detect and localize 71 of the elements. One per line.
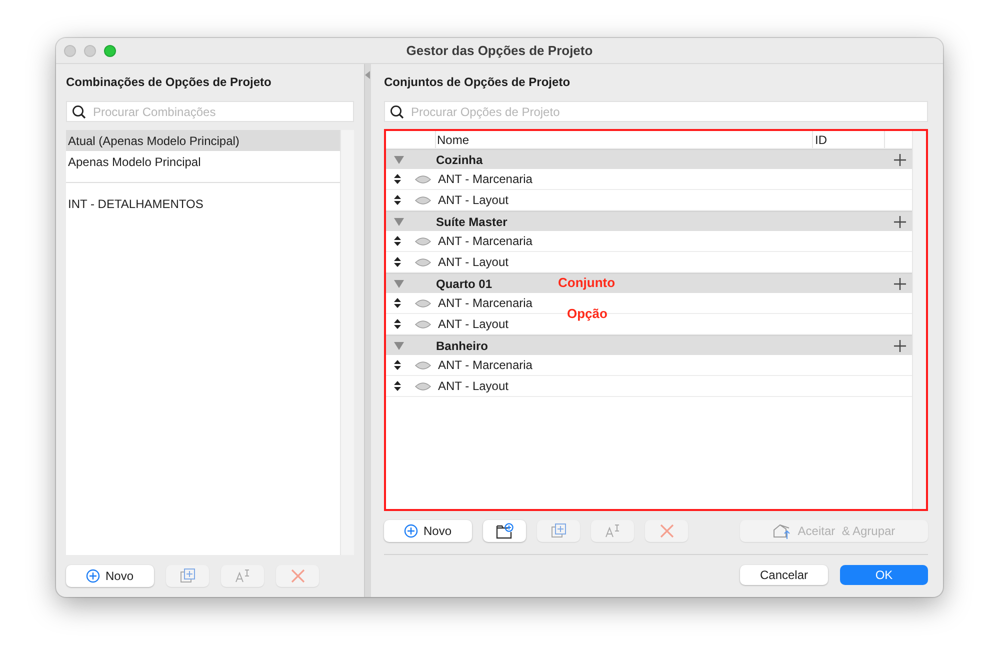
panel-title: Combinações de Opções de Projeto [66, 75, 272, 91]
eye-icon [415, 320, 431, 328]
option-name: ANT - Marcenaria [438, 296, 532, 310]
reorder-arrows-icon[interactable] [394, 381, 401, 391]
set-row[interactable]: Banheiro [386, 335, 912, 355]
disclosure-triangle-icon[interactable] [394, 280, 404, 288]
reorder-arrows-icon[interactable] [394, 360, 401, 370]
list-item[interactable]: INT - DETALHAMENTOS [66, 193, 340, 214]
plus-icon[interactable] [894, 216, 906, 228]
option-name: ANT - Marcenaria [438, 358, 532, 372]
eye-icon [415, 258, 431, 266]
collapse-arrow-icon[interactable] [365, 71, 370, 79]
folder-plus-icon [496, 523, 514, 539]
plus-icon[interactable] [894, 154, 906, 166]
annotation-label: Opção [567, 306, 608, 321]
disclosure-triangle-icon[interactable] [394, 342, 404, 350]
text-cursor-icon [604, 524, 620, 538]
eye-icon [415, 236, 431, 246]
search-field[interactable]: Procurar Opções de Projeto [384, 101, 928, 122]
reorder-arrows-icon[interactable] [394, 319, 401, 329]
search-icon [72, 105, 86, 119]
search-icon [390, 105, 404, 119]
column-header[interactable]: Nome [437, 132, 470, 146]
new-button[interactable]: Novo [384, 520, 472, 542]
reorder-arrows-icon[interactable] [394, 174, 401, 184]
zoom-button[interactable] [104, 44, 116, 56]
ok-button[interactable]: OK [840, 565, 928, 585]
close-icon [290, 569, 304, 583]
plus-icon[interactable] [894, 278, 906, 290]
duplicate-icon [550, 523, 566, 539]
reorder-arrows-icon[interactable] [394, 298, 401, 308]
list-item[interactable]: Apenas Modelo Principal [66, 151, 340, 172]
panel-title: Conjuntos de Opções de Projeto [384, 75, 572, 91]
set-name: Banheiro [436, 338, 488, 352]
close-icon [660, 524, 674, 538]
plus-icon[interactable] [894, 340, 906, 352]
search-field[interactable]: Procurar Combinações [66, 101, 354, 122]
plus-circle-icon [86, 569, 100, 583]
option-name: ANT - Layout [438, 379, 508, 393]
reorder-arrows-icon[interactable] [394, 257, 401, 267]
text-cursor-icon [234, 569, 250, 583]
annotation-label: Conjunto [558, 275, 616, 290]
set-row[interactable]: Cozinha [386, 149, 912, 169]
reorder-arrows-icon[interactable] [394, 236, 401, 246]
column-header[interactable]: ID [815, 132, 827, 146]
plus-circle-icon [404, 524, 418, 538]
duplicate-icon [180, 568, 196, 584]
option-name: ANT - Marcenaria [438, 172, 532, 186]
cancel-button[interactable]: Cancelar [740, 565, 828, 585]
eye-icon [415, 174, 431, 184]
option-name: ANT - Layout [438, 317, 508, 331]
eye-icon [415, 196, 431, 204]
new-set-button[interactable] [483, 520, 526, 542]
option-name: ANT - Layout [438, 193, 508, 207]
close-button[interactable] [64, 44, 76, 56]
disclosure-triangle-icon[interactable] [394, 218, 404, 226]
eye-icon [415, 298, 431, 308]
set-name: Suíte Master [436, 214, 508, 228]
set-row[interactable]: Suíte Master [386, 211, 912, 231]
eye-icon [415, 382, 431, 390]
set-name: Quarto 01 [436, 276, 492, 290]
new-button[interactable]: Novo [66, 565, 154, 587]
window-title: Gestor das Opções de Projeto [406, 43, 593, 58]
set-name: Cozinha [436, 152, 483, 166]
option-name: ANT - Marcenaria [438, 234, 532, 248]
list-item[interactable]: Atual (Apenas Modelo Principal) [66, 130, 340, 151]
option-name: ANT - Layout [438, 255, 508, 269]
minimize-button[interactable] [84, 44, 96, 56]
eye-icon [415, 360, 431, 370]
disclosure-triangle-icon[interactable] [394, 156, 404, 164]
reorder-arrows-icon[interactable] [394, 195, 401, 205]
